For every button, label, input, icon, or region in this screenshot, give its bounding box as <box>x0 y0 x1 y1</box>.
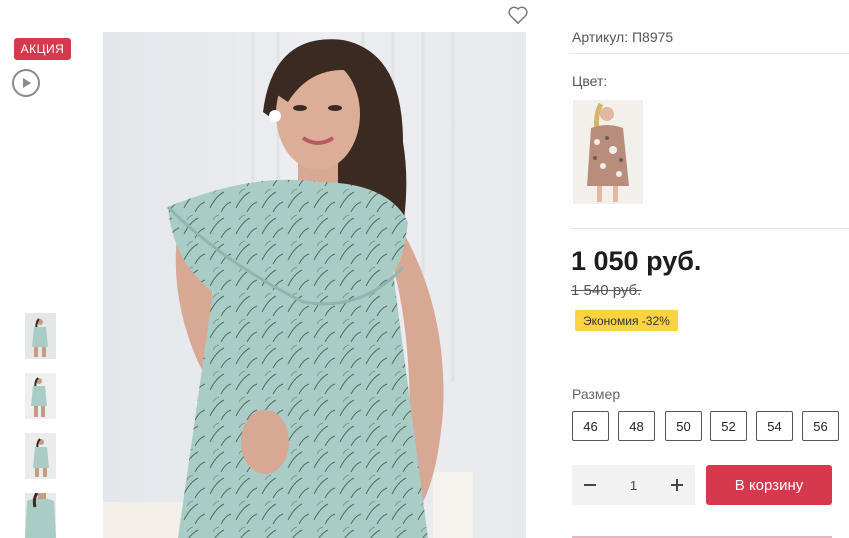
thumbnail-image <box>25 433 56 479</box>
minus-icon <box>584 484 596 486</box>
increase-quantity-button[interactable] <box>659 465 695 505</box>
main-product-image[interactable] <box>103 32 526 538</box>
size-option-56[interactable]: 56 <box>802 411 839 441</box>
color-variant-swatch[interactable] <box>573 100 643 204</box>
play-video-button[interactable] <box>12 69 40 97</box>
thumbnail-image <box>25 373 56 419</box>
heart-icon <box>508 6 528 24</box>
gallery-thumbnail[interactable] <box>25 373 56 419</box>
article-number: Артикул: П8975 <box>572 29 674 45</box>
color-variant-image <box>573 100 643 204</box>
divider <box>570 228 849 229</box>
gallery-thumbnail[interactable] <box>25 493 56 538</box>
quantity-stepper <box>572 465 695 505</box>
favorite-button[interactable] <box>507 5 529 25</box>
play-icon <box>23 78 31 88</box>
decrease-quantity-button[interactable] <box>572 465 608 505</box>
size-label: Размер <box>572 386 621 402</box>
thumbnail-image <box>25 493 56 538</box>
plus-icon <box>671 479 683 491</box>
divider <box>570 53 849 54</box>
size-option-48[interactable]: 48 <box>618 411 655 441</box>
size-option-52[interactable]: 52 <box>710 411 747 441</box>
product-photo <box>103 32 526 538</box>
current-price: 1 050 руб. <box>571 246 702 276</box>
discount-badge: Экономия -32% <box>575 310 678 331</box>
sale-badge: АКЦИЯ <box>14 38 71 60</box>
add-to-cart-button[interactable]: В корзину <box>706 465 832 505</box>
thumbnail-image <box>25 313 56 359</box>
gallery-thumbnail[interactable] <box>25 433 56 479</box>
gallery-thumbnail[interactable] <box>25 313 56 359</box>
size-option-50[interactable]: 50 <box>665 411 702 441</box>
old-price: 1 540 руб. <box>571 282 642 299</box>
quantity-input[interactable] <box>611 470 656 500</box>
size-option-46[interactable]: 46 <box>572 411 609 441</box>
size-option-54[interactable]: 54 <box>756 411 793 441</box>
color-label: Цвет: <box>572 73 608 89</box>
